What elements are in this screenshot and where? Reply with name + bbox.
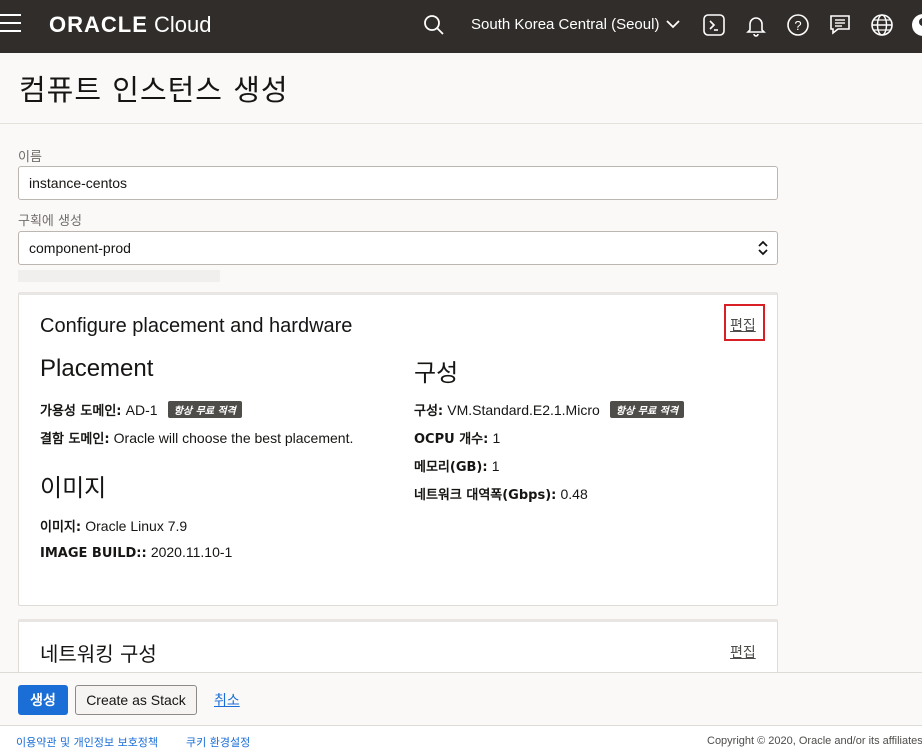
menu-icon[interactable] [0,14,22,36]
shape-heading: 구성 [414,360,459,387]
image-key: 이미지: [40,520,82,535]
memory-row: 메모리(GB): 1 [414,456,499,475]
region-label: South Korea Central (Seoul) [471,16,660,33]
bandwidth-key: 네트워크 대역폭(Gbps): [414,488,557,503]
bandwidth-row: 네트워크 대역폭(Gbps): 0.48 [414,484,588,503]
memory-value: 1 [491,458,500,474]
placement-heading: Placement [40,355,154,382]
instance-name-value: instance-centos [29,175,128,191]
image-build-row: IMAGE BUILD:: 2020.11.10-1 [40,544,232,561]
globe-icon[interactable] [869,12,895,38]
ocpu-value: 1 [492,430,501,446]
select-arrows-icon [758,240,768,256]
memory-key: 메모리(GB): [414,460,488,475]
instance-name-input[interactable]: instance-centos [18,166,778,200]
image-heading: 이미지 [40,475,107,502]
shape-key: 구성: [414,404,444,419]
create-button[interactable]: 생성 [18,685,68,715]
shape-value: VM.Standard.E2.1.Micro [447,402,600,418]
placement-hardware-card: Configure placement and hardware 편집 Plac… [18,292,778,606]
terms-privacy-link[interactable]: 이용약관 및 개인정보 보호정책 [16,734,158,750]
image-build-key: IMAGE BUILD:: [40,546,147,561]
fault-domain-key: 결함 도메인: [40,432,110,447]
fault-domain-value: Oracle will choose the best placement. [113,430,354,446]
page-title: 컴퓨트 인스턴스 생성 [19,73,289,107]
name-label: 이름 [18,150,42,165]
region-selector[interactable]: South Korea Central (Seoul) [471,16,680,33]
bandwidth-value: 0.48 [560,486,588,502]
image-value: Oracle Linux 7.9 [85,518,188,534]
compartment-path-placeholder [18,270,220,282]
top-navigation-bar: ORACLE Cloud South Korea Central (Seoul)… [0,0,922,53]
networking-card: 네트워킹 구성 편집 [18,619,778,679]
fault-domain-row: 결함 도메인: Oracle will choose the best plac… [40,428,353,447]
bell-icon[interactable] [743,12,769,38]
availability-domain-value: AD-1 [125,402,158,418]
ocpu-row: OCPU 개수: 1 [414,428,500,447]
logo-brand: ORACLE [49,12,148,37]
chat-icon[interactable] [827,12,853,38]
search-icon[interactable] [421,12,447,38]
logo-product: Cloud [154,12,212,37]
placement-edit-link[interactable]: 편집 [730,315,756,335]
form-action-bar: 생성 Create as Stack 취소 [0,672,922,725]
always-free-badge: 항상 무료 적격 [609,401,685,418]
svg-text:?: ? [794,18,801,33]
always-free-badge: 항상 무료 적격 [167,401,242,418]
cookie-preferences-link[interactable]: 쿠키 환경설정 [186,734,250,750]
oracle-cloud-logo[interactable]: ORACLE Cloud [49,12,212,38]
copyright-text: Copyright © 2020, Oracle and/or its affi… [707,735,922,747]
image-build-value: 2020.11.10-1 [150,544,233,560]
availability-domain-row: 가용성 도메인: AD-1 항상 무료 적격 [40,400,242,419]
page-footer: 이용약관 및 개인정보 보호정책 쿠키 환경설정 Copyright © 202… [0,725,922,755]
placement-card-title: Configure placement and hardware [40,315,353,337]
page-header: 컴퓨트 인스턴스 생성 [0,53,922,124]
availability-domain-key: 가용성 도메인: [40,404,122,419]
networking-card-title: 네트워킹 구성 [40,642,157,666]
networking-edit-link[interactable]: 편집 [730,642,756,662]
create-as-stack-button[interactable]: Create as Stack [75,685,197,715]
image-row: 이미지: Oracle Linux 7.9 [40,516,187,535]
cloud-shell-icon[interactable] [701,12,727,38]
compartment-label: 구획에 생성 [18,214,82,229]
cancel-link[interactable]: 취소 [214,690,240,710]
profile-icon[interactable] [910,12,922,38]
ocpu-key: OCPU 개수: [414,432,489,447]
chevron-down-icon [665,20,680,29]
compartment-value: component-prod [29,240,131,256]
shape-row: 구성: VM.Standard.E2.1.Micro 항상 무료 적격 [414,400,685,419]
create-instance-form: 이름 instance-centos 구획에 생성 component-prod… [0,124,922,679]
compartment-select[interactable]: component-prod [18,231,778,265]
help-icon[interactable]: ? [785,12,811,38]
